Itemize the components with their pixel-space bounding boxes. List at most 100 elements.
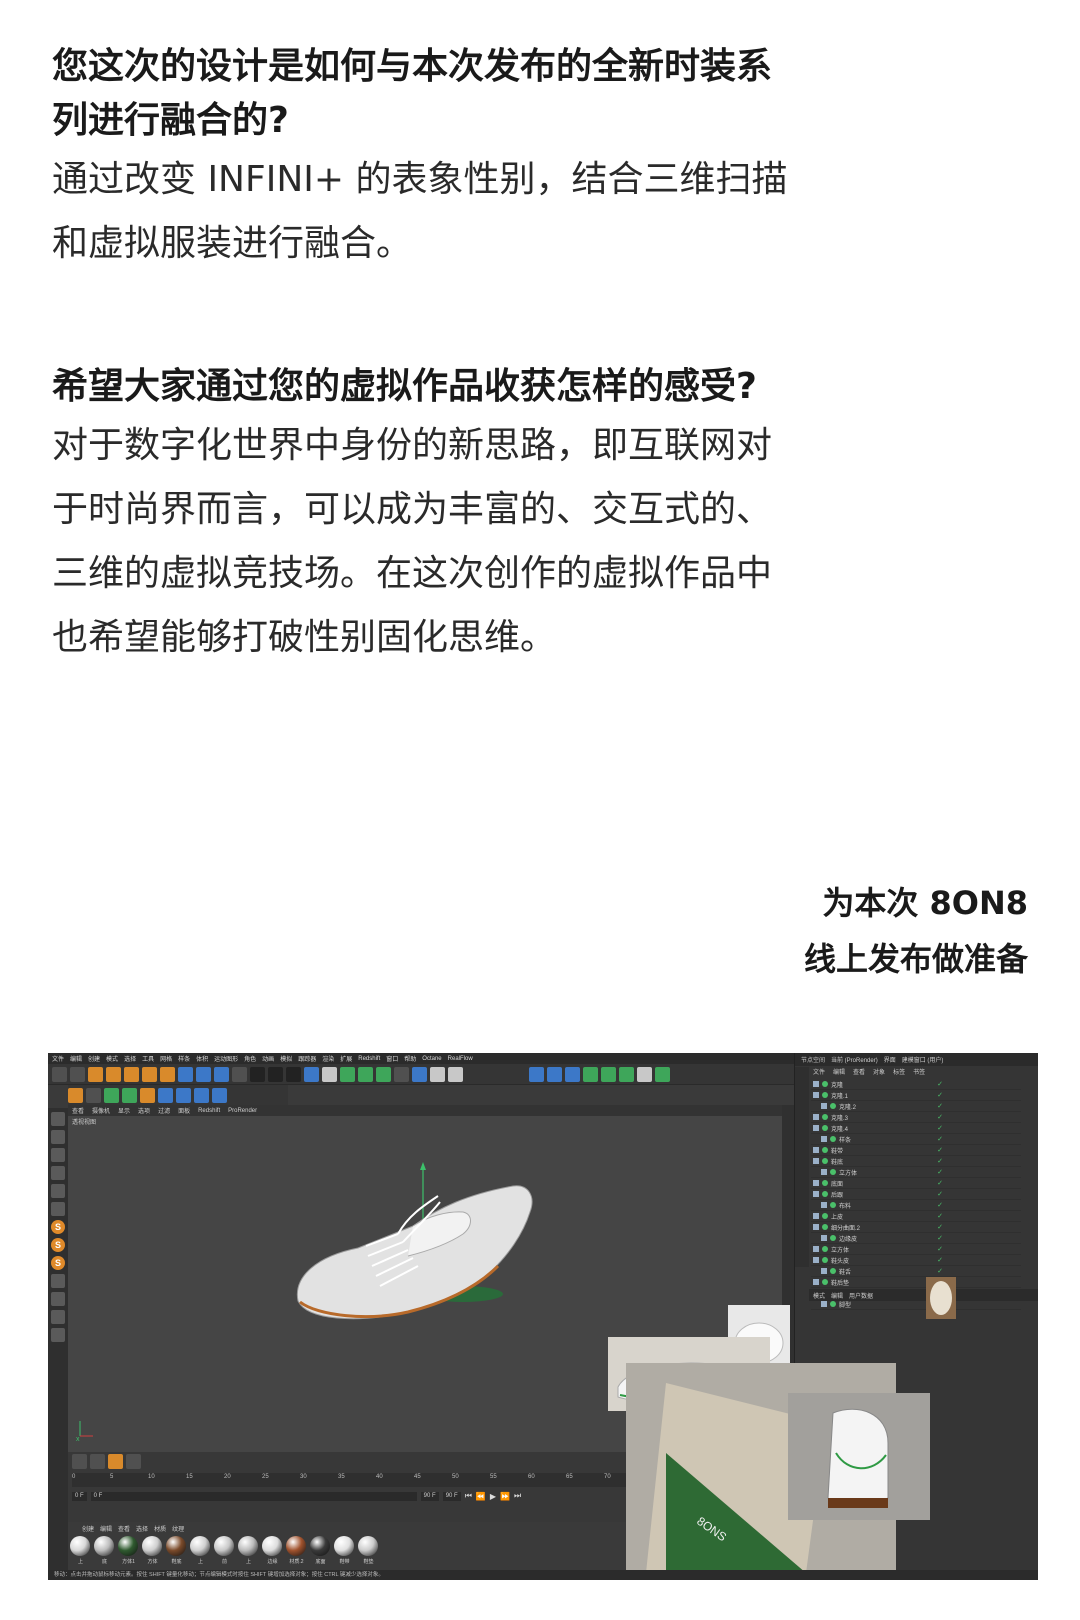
pen-icon[interactable] <box>322 1066 337 1082</box>
node-space-item[interactable]: 建模窗口 (用户) <box>902 1055 944 1064</box>
material-swatch[interactable]: 上 <box>190 1536 211 1572</box>
menu-item[interactable]: 样条 <box>178 1054 190 1063</box>
enabled-check-icon[interactable]: ✓ <box>937 1146 943 1154</box>
material-swatch[interactable]: 上 <box>238 1536 259 1572</box>
visibility-dot-icon[interactable] <box>830 1301 836 1307</box>
prev-key-icon[interactable]: ⏪ <box>476 1492 486 1501</box>
visibility-dot-icon[interactable] <box>822 1224 828 1230</box>
enabled-check-icon[interactable]: ✓ <box>937 1113 943 1121</box>
visibility-dot-icon[interactable] <box>822 1246 828 1252</box>
menu-item[interactable]: 渲染 <box>322 1054 334 1063</box>
mode-icon[interactable] <box>529 1066 544 1082</box>
visibility-dot-icon[interactable] <box>822 1279 828 1285</box>
view-menu-item[interactable]: ProRender <box>228 1108 257 1114</box>
record-icon[interactable] <box>108 1454 123 1469</box>
node-space-item[interactable]: 界面 <box>884 1055 896 1064</box>
visibility-dot-icon[interactable] <box>830 1235 836 1241</box>
enabled-check-icon[interactable]: ✓ <box>937 1157 943 1165</box>
snap-s-icon[interactable]: S <box>51 1256 65 1270</box>
menu-item[interactable]: Redshift <box>358 1056 380 1062</box>
coord-icon[interactable] <box>232 1066 247 1082</box>
visibility-dot-icon[interactable] <box>822 1114 828 1120</box>
bird-icon[interactable] <box>86 1087 101 1103</box>
visibility-dot-icon[interactable] <box>830 1169 836 1175</box>
magnet-icon[interactable] <box>51 1274 65 1288</box>
object-menu-item[interactable]: 标签 <box>893 1067 905 1077</box>
enabled-check-icon[interactable]: ✓ <box>937 1135 943 1143</box>
object-row[interactable]: 边缘皮 ✓ <box>811 1233 1021 1244</box>
enabled-check-icon[interactable]: ✓ <box>937 1124 943 1132</box>
material-menu-item[interactable]: 材质 <box>154 1524 166 1533</box>
visibility-dot-icon[interactable] <box>822 1092 828 1098</box>
menu-item[interactable]: 模式 <box>106 1054 118 1063</box>
menu-item[interactable]: 文件 <box>52 1054 64 1063</box>
object-row[interactable]: 克隆.2 ✓ <box>811 1101 1021 1112</box>
menu-item[interactable]: 窗口 <box>386 1054 398 1063</box>
menu-item[interactable]: 动画 <box>262 1054 274 1063</box>
object-row[interactable]: 克隆.4 ✓ <box>811 1123 1021 1134</box>
object-row[interactable]: 后跟 ✓ <box>811 1189 1021 1200</box>
menu-item[interactable]: 工具 <box>142 1054 154 1063</box>
visibility-dot-icon[interactable] <box>822 1257 828 1263</box>
play-icon[interactable]: ▶ <box>490 1492 496 1501</box>
enabled-check-icon[interactable]: ✓ <box>937 1212 943 1220</box>
material-swatch[interactable]: 方体1 <box>118 1536 139 1572</box>
snap-s-icon[interactable]: S <box>51 1220 65 1234</box>
object-row[interactable]: 鞋底 ✓ <box>811 1156 1021 1167</box>
material-swatch[interactable]: 鞋底 <box>166 1536 187 1572</box>
attribute-menu-item[interactable]: 模式 <box>813 1291 825 1300</box>
object-menu-item[interactable]: 书签 <box>913 1067 925 1077</box>
visibility-dot-icon[interactable] <box>822 1213 828 1219</box>
axis-y-icon[interactable] <box>196 1066 211 1082</box>
qr-icon[interactable] <box>158 1087 173 1103</box>
tool-icon[interactable] <box>51 1310 65 1324</box>
menu-item[interactable]: 网格 <box>160 1054 172 1063</box>
view-menu-item[interactable]: 选项 <box>138 1106 150 1115</box>
camera-icon[interactable] <box>430 1066 445 1082</box>
menu-item[interactable]: 帮助 <box>404 1054 416 1063</box>
xyz-x-icon[interactable] <box>176 1087 191 1103</box>
timeline-ruler[interactable]: 0 5 10 15 20 25 30 35 40 45 50 55 60 65 70 <box>72 1473 632 1487</box>
visibility-dot-icon[interactable] <box>830 1268 836 1274</box>
enabled-check-icon[interactable]: ✓ <box>937 1168 943 1176</box>
menu-item[interactable]: 跟踪器 <box>298 1054 316 1063</box>
keyframe-icon[interactable] <box>72 1454 87 1469</box>
material-swatch[interactable]: 边缘 <box>262 1536 283 1572</box>
object-row[interactable]: 上皮 ✓ <box>811 1211 1021 1222</box>
attribute-menu-item[interactable]: 编辑 <box>831 1291 843 1300</box>
enabled-check-icon[interactable]: ✓ <box>937 1080 943 1088</box>
go-start-icon[interactable]: ⏮ <box>465 1491 472 1501</box>
menu-item[interactable]: 创建 <box>88 1054 100 1063</box>
view-menu-item[interactable]: 查看 <box>72 1106 84 1115</box>
menu-item[interactable]: Octane <box>422 1056 441 1062</box>
rotate-icon[interactable] <box>142 1066 157 1082</box>
menu-item[interactable]: 模拟 <box>280 1054 292 1063</box>
visibility-dot-icon[interactable] <box>830 1202 836 1208</box>
view-menu-item[interactable]: 面板 <box>178 1106 190 1115</box>
material-swatch[interactable]: 底面 <box>310 1536 331 1572</box>
visibility-dot-icon[interactable] <box>822 1081 828 1087</box>
tool-icon[interactable] <box>51 1292 65 1306</box>
axis-x-icon[interactable] <box>178 1066 193 1082</box>
object-menu-item[interactable]: 编辑 <box>833 1067 845 1077</box>
mode6-icon[interactable] <box>619 1066 634 1082</box>
attribute-menu-item[interactable]: 用户数据 <box>849 1291 873 1300</box>
current-frame[interactable]: 0 F <box>90 1491 417 1501</box>
visibility-dot-icon[interactable] <box>822 1191 828 1197</box>
tool-icon[interactable] <box>51 1328 65 1342</box>
visibility-dot-icon[interactable] <box>830 1136 836 1142</box>
tool-icon[interactable] <box>51 1112 65 1126</box>
view-menu-item[interactable]: 摄像机 <box>92 1106 110 1115</box>
menu-item[interactable]: 扩展 <box>340 1054 352 1063</box>
object-row[interactable]: 克隆.1 ✓ <box>811 1090 1021 1101</box>
redo-icon[interactable] <box>70 1066 85 1082</box>
menu-item[interactable]: 运动图形 <box>214 1054 238 1063</box>
node-space-item[interactable]: 当前 (ProRender) <box>831 1055 878 1064</box>
render-settings-icon[interactable] <box>286 1066 301 1082</box>
array-icon[interactable] <box>358 1066 373 1082</box>
object-row[interactable]: 鞋头皮 ✓ <box>811 1255 1021 1266</box>
curve-icon[interactable] <box>90 1454 105 1469</box>
snap-icon[interactable] <box>68 1087 83 1103</box>
start-frame[interactable]: 0 F <box>72 1491 87 1501</box>
tool-icon[interactable] <box>51 1202 65 1216</box>
